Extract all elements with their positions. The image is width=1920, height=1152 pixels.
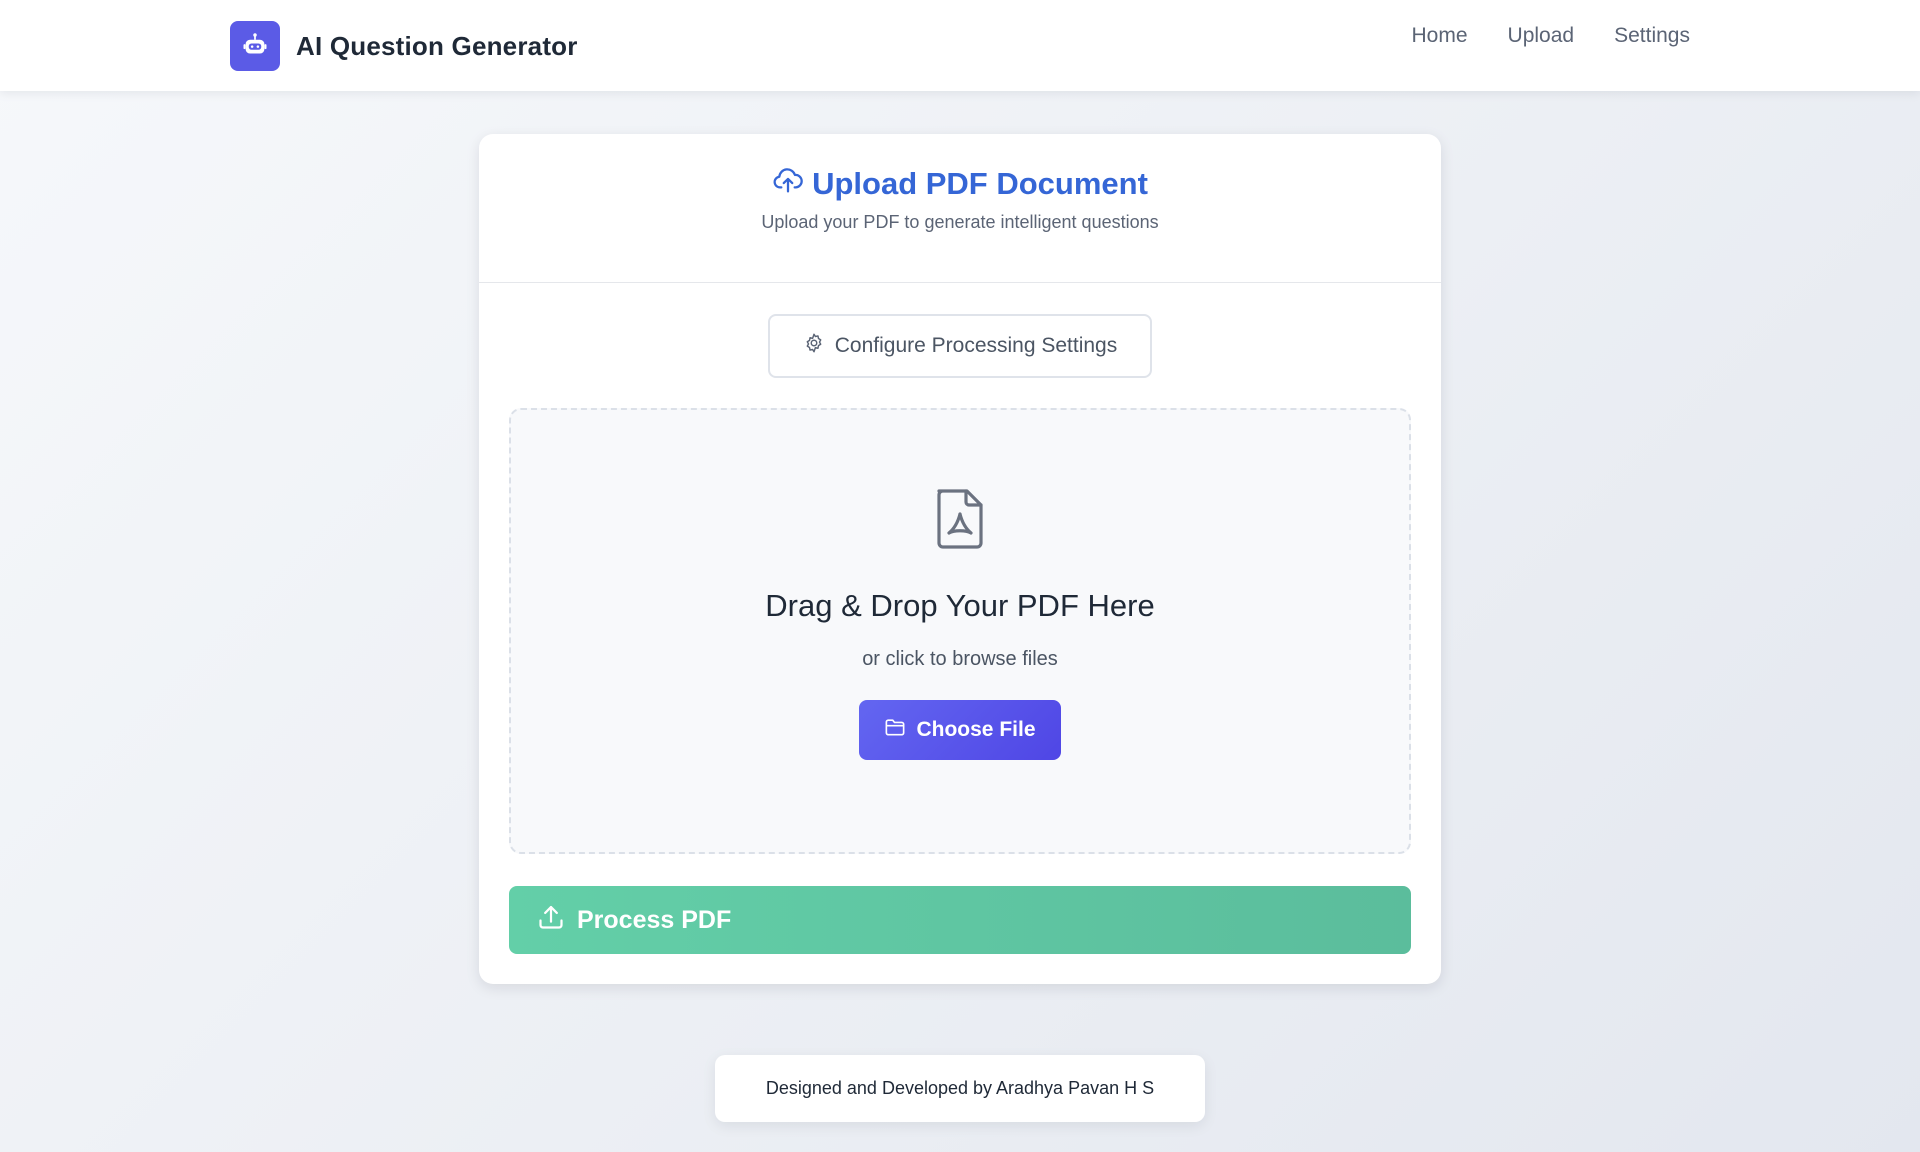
choose-file-label: Choose File xyxy=(916,718,1036,741)
upload-card: Upload PDF Document Upload your PDF to g… xyxy=(479,134,1441,984)
dropzone-subtitle: or click to browse files xyxy=(862,648,1058,670)
card-subtitle: Upload your PDF to generate intelligent … xyxy=(761,212,1159,232)
card-title-row: Upload PDF Document xyxy=(772,164,1148,204)
configure-settings-label: Configure Processing Settings xyxy=(834,334,1118,357)
dropzone-title: Drag & Drop Your PDF Here xyxy=(765,588,1155,623)
robot-icon xyxy=(230,21,280,71)
configure-settings-button[interactable]: Configure Processing Settings xyxy=(768,314,1152,378)
gear-icon xyxy=(803,332,825,360)
folder-icon xyxy=(884,717,906,743)
brand-title: AI Question Generator xyxy=(296,30,578,61)
top-navbar: AI Question Generator Home Upload Settin… xyxy=(0,0,1920,91)
card-title: Upload PDF Document xyxy=(812,166,1148,201)
footer: Designed and Developed by Aradhya Pavan … xyxy=(715,1055,1205,1122)
choose-file-button[interactable]: Choose File xyxy=(859,700,1061,760)
nav-settings-link[interactable]: Settings xyxy=(1614,24,1690,48)
file-pdf-icon xyxy=(933,486,987,557)
cloud-upload-icon xyxy=(772,164,804,204)
nav-upload-link[interactable]: Upload xyxy=(1508,24,1575,48)
nav-home-link[interactable]: Home xyxy=(1412,24,1468,48)
footer-credit: Designed and Developed by Aradhya Pavan … xyxy=(765,1078,1155,1098)
pdf-dropzone[interactable]: Drag & Drop Your PDF Here or click to br… xyxy=(509,408,1411,854)
process-pdf-button[interactable]: Process PDF xyxy=(509,886,1411,954)
process-pdf-label: Process PDF xyxy=(577,905,732,934)
nav-links: Home Upload Settings xyxy=(1412,24,1690,48)
brand[interactable]: AI Question Generator xyxy=(230,21,578,71)
upload-icon xyxy=(537,903,565,938)
card-header: Upload PDF Document Upload your PDF to g… xyxy=(479,134,1441,283)
